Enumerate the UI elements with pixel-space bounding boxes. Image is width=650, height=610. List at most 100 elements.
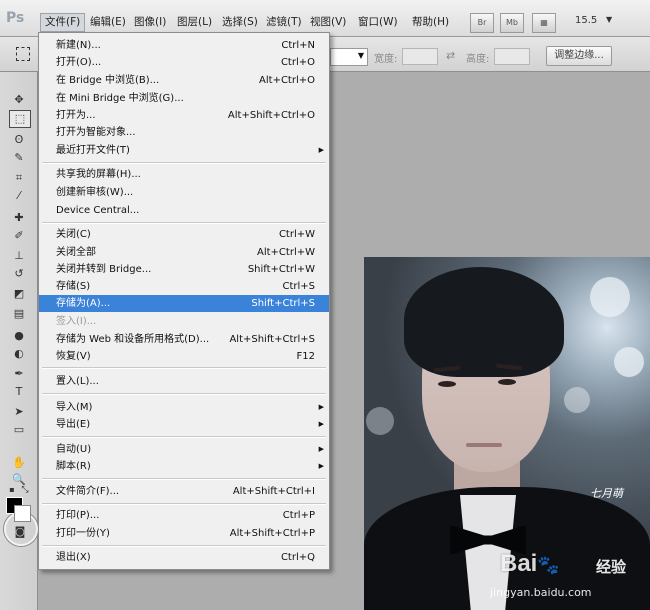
mini-bridge-button[interactable]: Mb <box>500 13 524 33</box>
menu-item-label: 最近打开文件(T) <box>56 145 130 156</box>
crop-tool-icon[interactable]: ⌗ <box>9 170 29 186</box>
menu-item-print-one-copy[interactable]: 打印一份(Y) Alt+Shift+Ctrl+P <box>39 525 329 542</box>
swap-icon[interactable]: ⇄ <box>446 49 455 62</box>
menu-item-shortcut: Ctrl+Q <box>280 552 315 563</box>
right-eye <box>498 379 516 385</box>
menu-layer[interactable]: 图层(L) <box>173 14 216 31</box>
pen-tool-icon[interactable]: ✒ <box>9 366 29 382</box>
menu-separator <box>42 393 326 395</box>
toolbox: ✥ ⬚ ʘ ✎ ⌗ ⁄ ✚ ✐ ⊥ ↺ ◩ ▤ ● ◐ ✒ T ➤ ▭ ✋ 🔍 … <box>0 72 38 610</box>
menu-select[interactable]: 选择(S) <box>218 14 262 31</box>
bokeh-light <box>614 347 644 377</box>
hair <box>404 267 564 377</box>
menu-item-browse-mini-bridge[interactable]: 在 Mini Bridge 中浏览(G)... <box>39 90 329 107</box>
quick-selection-tool-icon[interactable]: ✎ <box>9 150 29 166</box>
menu-item-save-as[interactable]: 存储为(A)... Shift+Ctrl+S <box>39 295 329 312</box>
swap-colors-icon[interactable]: ⤡ <box>15 482 35 498</box>
menu-separator <box>42 503 326 505</box>
menu-item-save[interactable]: 存储(S) Ctrl+S <box>39 278 329 295</box>
clone-stamp-tool-icon[interactable]: ⊥ <box>9 248 29 264</box>
menu-item-open-smart-object[interactable]: 打开为智能对象... <box>39 124 329 141</box>
chevron-down-icon: ▼ <box>357 51 364 60</box>
menu-item-open-as[interactable]: 打开为... Alt+Shift+Ctrl+O <box>39 107 329 124</box>
background-color-swatch[interactable] <box>14 505 31 522</box>
menu-item-close-all[interactable]: 关闭全部 Alt+Ctrl+W <box>39 244 329 261</box>
menu-item-revert[interactable]: 恢复(V) F12 <box>39 348 329 365</box>
menu-item-print[interactable]: 打印(P)... Ctrl+P <box>39 507 329 524</box>
watermark-url: jingyan.baidu.com <box>490 586 592 599</box>
marquee-tool-icon[interactable]: ⬚ <box>9 110 31 128</box>
menu-view[interactable]: 视图(V) <box>306 14 350 31</box>
menu-item-file-info[interactable]: 文件简介(F)... Alt+Shift+Ctrl+I <box>39 483 329 500</box>
width-field[interactable] <box>402 48 438 65</box>
submenu-arrow-icon: ▶ <box>318 420 324 428</box>
menu-item-open[interactable]: 打开(O)... Ctrl+O <box>39 54 329 71</box>
zoom-level[interactable]: 15.5 <box>575 15 597 26</box>
file-menu: 新建(N)... Ctrl+N 打开(O)... Ctrl+O 在 Bridge 中… <box>38 32 330 570</box>
bokeh-light <box>366 407 394 435</box>
menu-file[interactable]: 文件(F) <box>40 13 86 32</box>
shape-tool-icon[interactable]: ▭ <box>9 422 29 438</box>
menu-item-new[interactable]: 新建(N)... Ctrl+N <box>39 37 329 54</box>
eraser-tool-icon[interactable]: ◩ <box>9 286 29 302</box>
brush-tool-icon[interactable]: ✐ <box>9 228 29 244</box>
eyedropper-tool-icon[interactable]: ⁄ <box>9 188 29 204</box>
menu-item-shortcut: Ctrl+P <box>282 510 315 521</box>
height-label: 高度: <box>466 54 490 65</box>
menu-item-close[interactable]: 关闭(C) Ctrl+W <box>39 226 329 243</box>
menu-filter[interactable]: 滤镜(T) <box>262 14 306 31</box>
menu-item-save-for-web[interactable]: 存储为 Web 和设备所用格式(D)... Alt+Shift+Ctrl+S <box>39 331 329 348</box>
menu-item-shortcut: Alt+Shift+Ctrl+S <box>229 334 315 345</box>
menu-item-shortcut: Ctrl+S <box>282 281 315 292</box>
lasso-tool-icon[interactable]: ʘ <box>9 132 29 148</box>
menu-window[interactable]: 窗口(W) <box>354 14 402 31</box>
menu-item-close-go-bridge[interactable]: 关闭并转到 Bridge... Shift+Ctrl+W <box>39 261 329 278</box>
grid-icon: ▦ <box>540 18 548 27</box>
menu-image[interactable]: 图像(I) <box>130 14 170 31</box>
menu-item-shortcut: Shift+Ctrl+W <box>247 264 315 275</box>
path-selection-tool-icon[interactable]: ➤ <box>9 404 29 420</box>
menu-separator <box>42 162 326 164</box>
refine-edge-button[interactable]: 调整边缘... <box>546 46 612 66</box>
dodge-tool-icon[interactable]: ◐ <box>9 346 29 362</box>
healing-brush-tool-icon[interactable]: ✚ <box>9 210 29 226</box>
menu-item-export[interactable]: 导出(E) ▶ <box>39 416 329 433</box>
move-tool-icon[interactable]: ✥ <box>9 92 29 108</box>
menu-item-exit[interactable]: 退出(X) Ctrl+Q <box>39 549 329 566</box>
gradient-tool-icon[interactable]: ▤ <box>9 306 29 322</box>
paw-icon: 🐾 <box>537 555 560 575</box>
menu-item-import[interactable]: 导入(M) ▶ <box>39 399 329 416</box>
menu-item-automate[interactable]: 自动(U) ▶ <box>39 441 329 458</box>
menu-item-label: 置入(L)... <box>56 376 99 387</box>
height-field[interactable] <box>494 48 530 65</box>
menu-item-scripts[interactable]: 脚本(R) ▶ <box>39 458 329 475</box>
chevron-down-icon[interactable]: ▼ <box>606 15 612 24</box>
style-dropdown[interactable]: ▼ <box>330 48 368 66</box>
quick-mask-icon[interactable]: ◙ <box>10 524 30 540</box>
menu-item-place[interactable]: 置入(L)... <box>39 373 329 390</box>
menu-item-label: 自动(U) <box>56 444 92 455</box>
history-brush-tool-icon[interactable]: ↺ <box>9 266 29 282</box>
menu-item-share-screen[interactable]: 共享我的屏幕(H)... <box>39 166 329 183</box>
menu-item-label: 打开(O)... <box>56 57 102 68</box>
menu-item-label: 脚本(R) <box>56 461 91 472</box>
menu-item-label: 创建新审核(W)... <box>56 187 134 198</box>
menu-separator <box>42 545 326 547</box>
menu-item-label: 打印(P)... <box>56 510 100 521</box>
view-extras-button[interactable]: ▦ <box>532 13 556 33</box>
menu-help[interactable]: 帮助(H) <box>408 14 453 31</box>
blur-tool-icon[interactable]: ● <box>9 328 29 344</box>
type-tool-icon[interactable]: T <box>9 384 29 400</box>
menu-item-device-central[interactable]: Device Central... <box>39 202 329 219</box>
menu-item-shortcut: Ctrl+O <box>280 57 315 68</box>
rectangular-marquee-icon[interactable] <box>16 47 30 61</box>
menu-edit[interactable]: 编辑(E) <box>86 14 130 31</box>
submenu-arrow-icon: ▶ <box>318 462 324 470</box>
menu-item-browse-bridge[interactable]: 在 Bridge 中浏览(B)... Alt+Ctrl+O <box>39 72 329 89</box>
menu-item-create-review[interactable]: 创建新审核(W)... <box>39 184 329 201</box>
menu-item-shortcut: Alt+Ctrl+O <box>259 75 315 86</box>
hand-tool-icon[interactable]: ✋ <box>9 455 29 471</box>
menu-item-open-recent[interactable]: 最近打开文件(T) ▶ <box>39 142 329 159</box>
bridge-button[interactable]: Br <box>470 13 494 33</box>
submenu-arrow-icon: ▶ <box>318 445 324 453</box>
